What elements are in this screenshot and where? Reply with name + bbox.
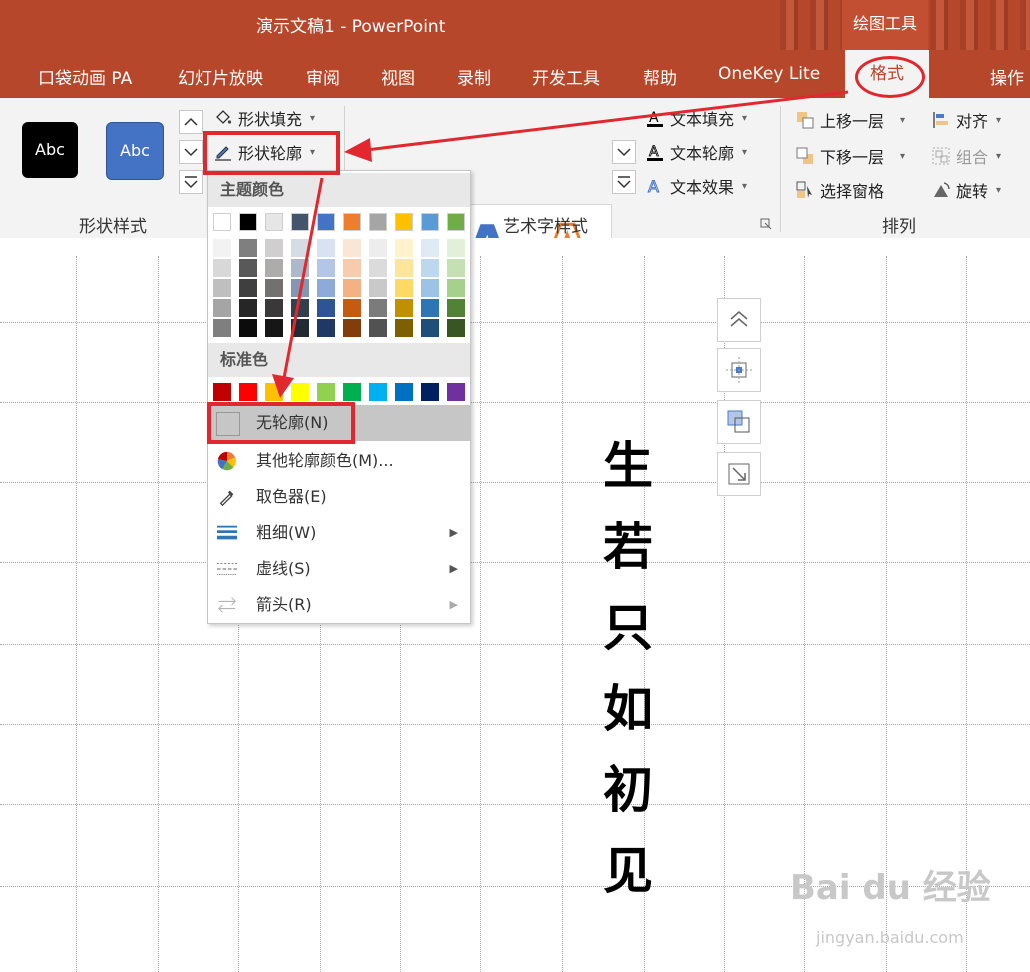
annotation-arrows: [272, 90, 849, 398]
baidu-watermark-url: jingyan.baidu.com: [816, 928, 964, 947]
baidu-watermark-logo: Bai du 经验: [790, 868, 991, 908]
